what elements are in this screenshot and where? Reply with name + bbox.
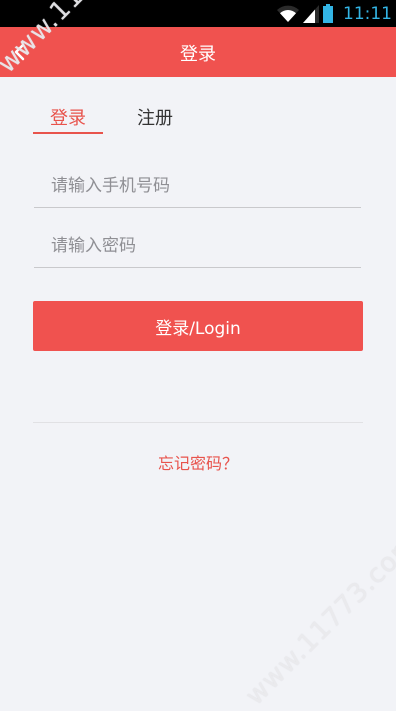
tab-register[interactable]: 注册 (137, 104, 173, 130)
tab-login[interactable]: 登录 (50, 104, 86, 130)
password-input[interactable] (34, 227, 361, 265)
auth-tabs: 登录 注册 (33, 98, 233, 136)
signal-icon (303, 4, 319, 23)
page-title: 登录 (180, 44, 216, 65)
watermark-bottom: www.11773.com (240, 527, 396, 711)
title-bar: 登录 (0, 27, 396, 77)
forgot-password-link[interactable]: 忘记密码？ (0, 450, 396, 474)
status-icons: 11:11 (277, 0, 392, 27)
status-bar: 11:11 (0, 0, 396, 27)
phone-field (34, 167, 361, 208)
wifi-icon (277, 5, 299, 22)
phone-input[interactable] (34, 167, 361, 205)
active-tab-indicator (33, 132, 103, 134)
password-field (34, 227, 361, 268)
divider (33, 422, 363, 423)
battery-icon (323, 4, 333, 23)
login-button[interactable]: 登录/Login (33, 301, 363, 351)
clock-time: 11:11 (343, 3, 392, 24)
